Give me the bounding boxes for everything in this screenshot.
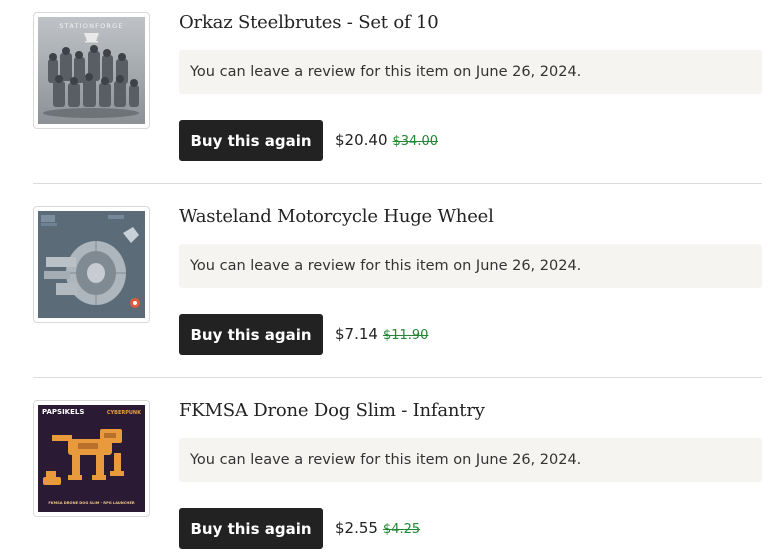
price-group: $7.14 $11.90 (335, 325, 428, 343)
svg-text:STATIONFORGE: STATIONFORGE (59, 22, 123, 30)
buy-again-button[interactable]: Buy this again (179, 314, 323, 355)
review-availability-note: You can leave a review for this item on … (179, 50, 762, 94)
sale-price: $2.55 (335, 519, 378, 537)
buy-again-button[interactable]: Buy this again (179, 508, 323, 549)
svg-text:PAPSIKELS: PAPSIKELS (42, 408, 84, 416)
product-title[interactable]: Orkaz Steelbrutes - Set of 10 (179, 12, 439, 33)
review-availability-note: You can leave a review for this item on … (179, 438, 762, 482)
original-price: $11.90 (382, 328, 429, 343)
svg-text:FKMSA DRONE DOG SLIM - RPG LAU: FKMSA DRONE DOG SLIM - RPG LAUNCHER (48, 501, 135, 505)
review-availability-note: You can leave a review for this item on … (179, 244, 762, 288)
product-thumbnail[interactable]: PAPSIKELS CYBERPUNK FKMSA DRONE DOG SLIM… (33, 400, 150, 517)
original-price: $4.25 (382, 522, 421, 537)
product-title[interactable]: Wasteland Motorcycle Huge Wheel (179, 206, 494, 227)
svg-text:CYBERPUNK: CYBERPUNK (107, 410, 142, 416)
sale-price: $20.40 (335, 131, 388, 149)
original-price: $34.00 (392, 134, 439, 149)
price-group: $2.55 $4.25 (335, 519, 420, 537)
product-title[interactable]: FKMSA Drone Dog Slim - Infantry (179, 400, 485, 421)
product-thumbnail[interactable] (33, 206, 150, 323)
price-group: $20.40 $34.00 (335, 131, 438, 149)
product-image-steelbrutes: STATIONFORGE (38, 17, 145, 124)
product-thumbnail[interactable]: STATIONFORGE (33, 12, 150, 129)
order-item: PAPSIKELS CYBERPUNK FKMSA DRONE DOG SLIM… (0, 388, 774, 556)
order-item: STATIONFORGE Orkaz Steelbrutes - Set of … (0, 0, 774, 194)
purchase-list: STATIONFORGE Orkaz Steelbrutes - Set of … (0, 0, 774, 556)
divider (33, 377, 762, 378)
product-image-drone-dog: PAPSIKELS CYBERPUNK FKMSA DRONE DOG SLIM… (38, 405, 145, 512)
divider (33, 183, 762, 184)
buy-again-button[interactable]: Buy this again (179, 120, 323, 161)
order-item: Wasteland Motorcycle Huge Wheel You can … (0, 194, 774, 388)
sale-price: $7.14 (335, 325, 378, 343)
product-image-motorcycle-wheel (38, 211, 145, 318)
